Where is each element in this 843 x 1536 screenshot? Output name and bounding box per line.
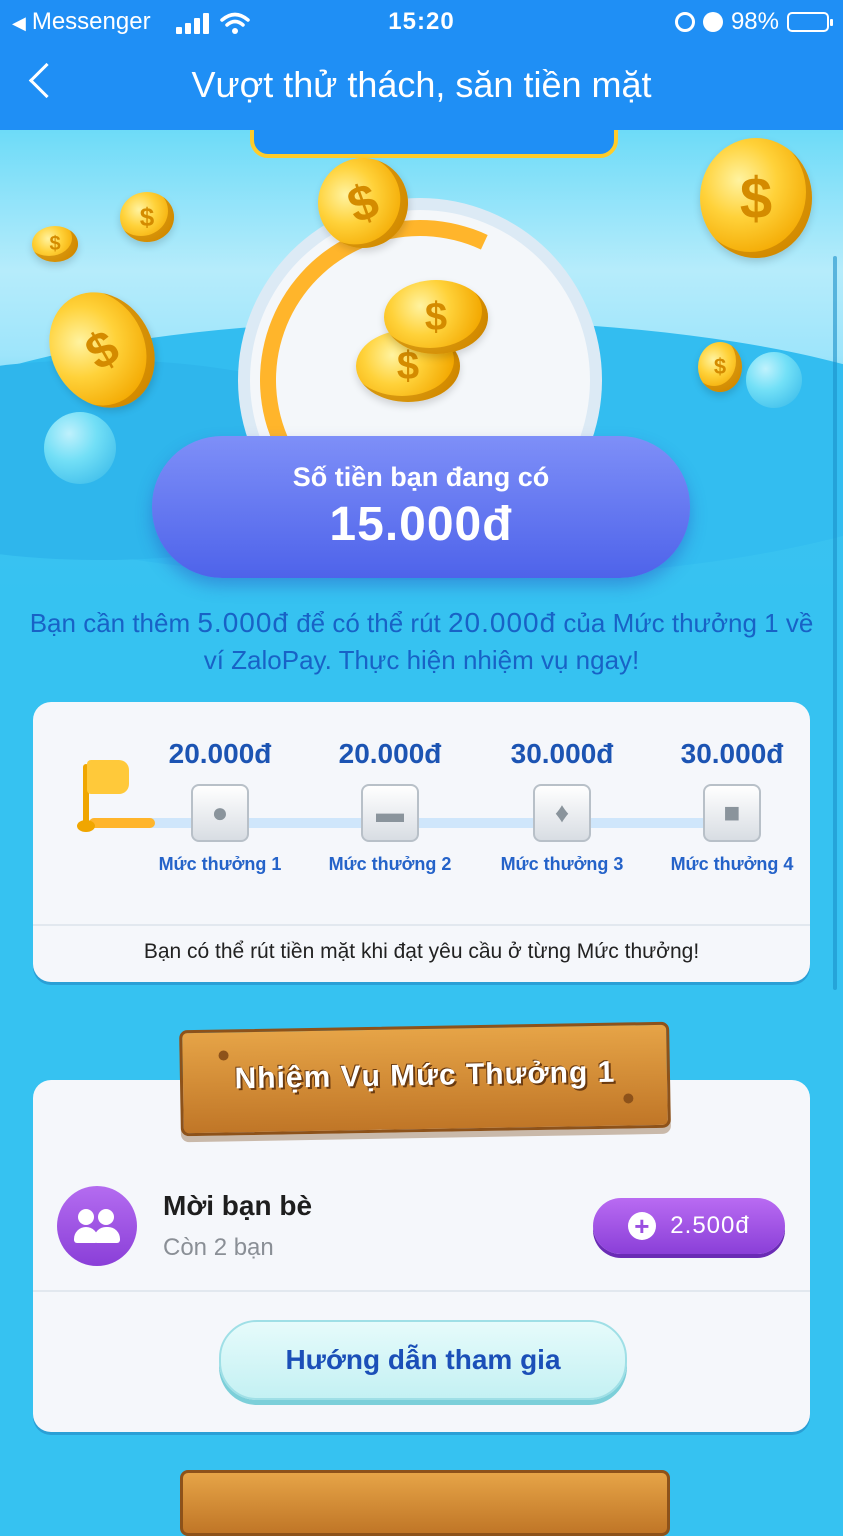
alarm-icon xyxy=(702,12,723,32)
plus-icon: + xyxy=(628,1212,657,1240)
reward-level-1[interactable]: 20.000đ ● Mức thưởng 1 xyxy=(145,738,295,875)
coin-icon: $ xyxy=(384,280,488,354)
scrollbar[interactable] xyxy=(833,256,837,990)
page-title: Vượt thử thách, săn tiền mặt xyxy=(191,64,652,105)
need-text-1: Bạn cần thêm xyxy=(29,608,198,638)
withdraw-amount: 20.000đ xyxy=(447,607,557,638)
level-name: Mức thưởng 2 xyxy=(328,854,452,874)
nav-bar: Vượt thử thách, săn tiền mặt xyxy=(0,56,843,120)
level-name: Mức thưởng 1 xyxy=(158,854,282,874)
bubble-decoration xyxy=(746,352,802,408)
levels-note: Bạn có thể rút tiền mặt khi đạt yêu cầu … xyxy=(143,940,700,963)
mission-banner: Nhiệm Vụ Mức Thưởng 1 xyxy=(179,1021,671,1137)
level-amount: 30.000đ xyxy=(510,738,614,769)
guide-button[interactable]: Hướng dẫn tham gia xyxy=(219,1320,627,1400)
coin-icon: $ xyxy=(120,192,174,242)
task-subtitle: Còn 2 bạn xyxy=(163,1234,274,1261)
balance-label: Số tiền bạn đang có xyxy=(292,462,550,492)
task-reward-amount: 2.500đ xyxy=(670,1212,750,1239)
prize-banner xyxy=(250,130,618,158)
level-amount: 20.000đ xyxy=(338,738,442,769)
level-name: Mức thưởng 3 xyxy=(500,854,624,874)
level-amount: 20.000đ xyxy=(168,738,272,769)
need-message: Bạn cần thêm 5.000đ để có thể rút 20.000… xyxy=(20,604,823,679)
top-bar: ◀ Messenger 15:20 98% Vượt thử thách, săn… xyxy=(0,0,843,130)
gold-bar-icon: ▬ xyxy=(361,784,419,842)
rotation-lock-icon xyxy=(674,12,695,32)
bubble-decoration xyxy=(44,412,116,484)
coin-icon: $ xyxy=(32,226,78,262)
coins-icon: ● xyxy=(191,784,249,842)
money-bag-icon: ♦ xyxy=(533,784,591,842)
mission-card: Mời bạn bè Còn 2 bạn + 2.500đ Hướng dẫn … xyxy=(33,1080,810,1432)
reward-level-2[interactable]: 20.000đ ▬ Mức thưởng 2 xyxy=(315,738,465,875)
reward-level-3[interactable]: 30.000đ ♦ Mức thưởng 3 xyxy=(487,738,637,875)
reward-levels-card: 20.000đ ● Mức thưởng 1 20.000đ ▬ Mức thư… xyxy=(33,702,810,982)
divider xyxy=(33,1290,810,1292)
level-name: Mức thưởng 4 xyxy=(670,854,794,874)
treasure-chest-icon: ■ xyxy=(703,784,761,842)
battery-percent: 98% xyxy=(730,8,779,35)
flag-icon xyxy=(75,754,135,834)
task-reward-button[interactable]: + 2.500đ xyxy=(593,1198,785,1254)
friends-icon xyxy=(57,1186,137,1266)
level-amount: 30.000đ xyxy=(680,738,784,769)
coin-icon: $ xyxy=(700,138,812,258)
balance-pill: Số tiền bạn đang có 15.000đ xyxy=(152,436,690,578)
balance-amount: 15.000đ xyxy=(329,498,513,551)
task-title: Mời bạn bè xyxy=(163,1190,313,1221)
reward-level-4[interactable]: 30.000đ ■ Mức thưởng 4 xyxy=(657,738,807,875)
mission-banner-text: Nhiệm Vụ Mức Thưởng 1 xyxy=(234,1055,616,1096)
status-bar: ◀ Messenger 15:20 98% xyxy=(0,6,843,40)
divider xyxy=(33,924,810,926)
need-amount: 5.000đ xyxy=(197,607,289,638)
need-text-2: để có thể rút xyxy=(289,608,448,638)
coin-icon: $ xyxy=(698,342,742,392)
battery-icon xyxy=(787,12,833,32)
next-mission-banner xyxy=(180,1470,670,1536)
